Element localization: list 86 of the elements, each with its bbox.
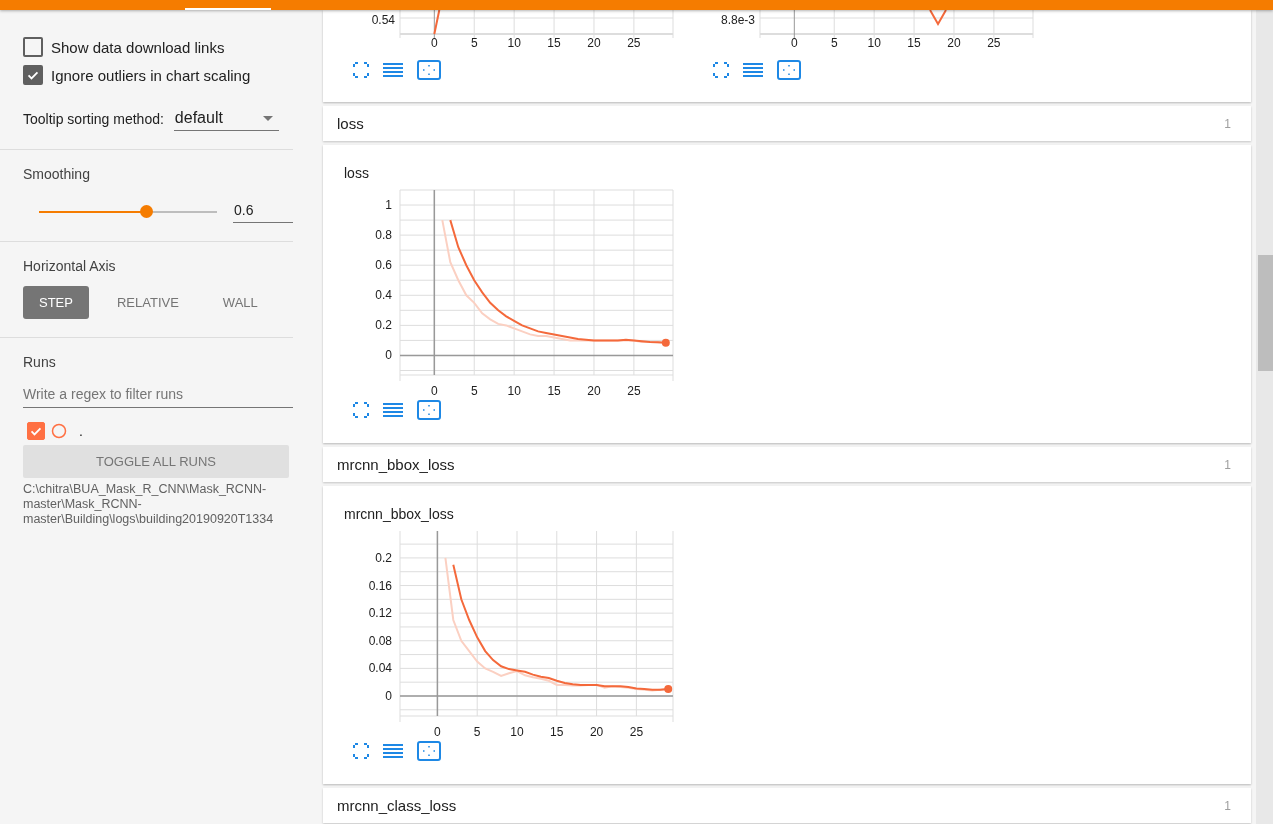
x-tick-label: 25 (629, 725, 644, 739)
x-tick-label: 25 (987, 36, 1001, 50)
x-tick-label: 10 (867, 36, 881, 50)
chart-title: loss (344, 165, 370, 181)
smoothing-value-field[interactable]: 0.6 (233, 200, 293, 223)
y-tick-label: 0.8 (375, 228, 392, 243)
list-icon[interactable] (383, 743, 403, 759)
radio-circle-icon[interactable] (51, 423, 67, 439)
axis-option-button[interactable]: RELATIVE (100, 286, 195, 319)
x-tick-label: 5 (470, 384, 478, 398)
x-tick-label: 0 (790, 36, 798, 50)
slider-thumb[interactable] (139, 204, 153, 218)
x-tick-label: 5 (473, 725, 481, 739)
x-tick-label: 0 (430, 36, 438, 50)
y-tick-label: 0.12 (368, 606, 392, 621)
sorting-dropdown[interactable]: default (173, 107, 279, 131)
category-count: 1 (1224, 798, 1231, 813)
last-point-marker (661, 338, 670, 347)
run-label: . (79, 423, 83, 439)
run-filter-field[interactable]: Write a regex to filter runs (23, 382, 293, 408)
y-tick-label: 0 (385, 689, 392, 703)
x-tick-label: 5 (830, 36, 838, 50)
checkbox[interactable] (23, 65, 43, 85)
list-icon[interactable] (383, 62, 403, 78)
scrollbar-thumb[interactable] (1258, 255, 1273, 371)
category-title: loss (337, 115, 364, 132)
fit-domain-icon[interactable] (417, 400, 441, 420)
x-tick-label: 20 (947, 36, 961, 50)
category-title: mrcnn_bbox_loss (337, 456, 455, 473)
scrollbar[interactable] (1256, 10, 1273, 824)
list-icon[interactable] (743, 62, 763, 78)
y-tick-label: 0.04 (368, 661, 392, 676)
checkbox-label: Ignore outliers in chart scaling (51, 66, 251, 84)
fit-domain-icon[interactable] (777, 60, 801, 80)
category-count: 1 (1224, 457, 1231, 472)
run-checkbox[interactable] (27, 422, 45, 440)
x-tick-label: 10 (507, 384, 521, 398)
y-tick-label: 0.2 (375, 550, 392, 565)
tooltip-sorting-label: Tooltip sorting method: (23, 111, 164, 127)
chart-title: mrcnn_bbox_loss (344, 506, 455, 522)
x-tick-label: 20 (587, 36, 601, 50)
checkbox[interactable] (23, 37, 43, 57)
x-tick-label: 15 (547, 36, 561, 50)
x-tick-label: 25 (627, 36, 641, 50)
x-tick-label: 0 (434, 725, 441, 739)
x-tick-label: 15 (547, 384, 561, 398)
x-tick-label: 20 (589, 725, 604, 739)
x-tick-label: 10 (507, 36, 521, 50)
caret-icon (262, 115, 273, 121)
y-tick-label: 0.54 (371, 13, 395, 27)
list-icon[interactable] (383, 402, 403, 418)
section-title: Smoothing (23, 166, 91, 182)
x-tick-label: 25 (627, 384, 641, 398)
y-tick-label: 0.6 (375, 258, 392, 273)
fullscreen-icon[interactable] (353, 62, 369, 78)
fullscreen-icon[interactable] (353, 743, 369, 759)
y-tick-label: 0.4 (375, 288, 392, 303)
y-tick-label: 8.8e-3 (720, 13, 755, 27)
x-tick-label: 0 (431, 384, 438, 398)
x-tick-label: 5 (470, 36, 478, 50)
section-title: Horizontal Axis (23, 258, 117, 274)
fullscreen-icon[interactable] (713, 62, 729, 78)
fit-domain-icon[interactable] (417, 741, 441, 761)
x-tick-label: 15 (907, 36, 921, 50)
category-count: 1 (1224, 116, 1231, 131)
axis-option-button[interactable]: WALL (206, 286, 274, 319)
y-tick-label: 0 (385, 348, 392, 363)
category-header[interactable]: mrcnn_bbox_loss 1 (323, 447, 1251, 482)
fullscreen-icon[interactable] (353, 402, 369, 418)
y-tick-label: 0.08 (368, 633, 392, 648)
section-title: Runs (23, 354, 57, 370)
last-point-marker (664, 685, 673, 694)
y-tick-label: 0.2 (375, 318, 392, 333)
category-title: mrcnn_class_loss (337, 797, 457, 814)
category-header[interactable]: mrcnn_class_loss 1 (323, 788, 1251, 823)
axis-option-button[interactable]: STEP (23, 286, 89, 319)
checkbox-label: Show data download links (51, 38, 225, 56)
y-tick-label: 0.16 (368, 578, 392, 593)
x-tick-label: 10 (510, 725, 524, 739)
toggle-all-runs-button[interactable]: TOGGLE ALL RUNS (23, 445, 289, 478)
x-tick-label: 15 (550, 725, 564, 739)
y-tick-label: 1 (385, 198, 392, 213)
x-tick-label: 20 (587, 384, 601, 398)
run-path-text: C:\chitra\BUA_Mask_R_CNN\Mask_RCNN-master\Mask_RCNN-master\Building\logs\building20190920T1334 (23, 482, 275, 527)
fit-domain-icon[interactable] (417, 60, 441, 80)
category-header[interactable]: loss 1 (323, 106, 1251, 141)
